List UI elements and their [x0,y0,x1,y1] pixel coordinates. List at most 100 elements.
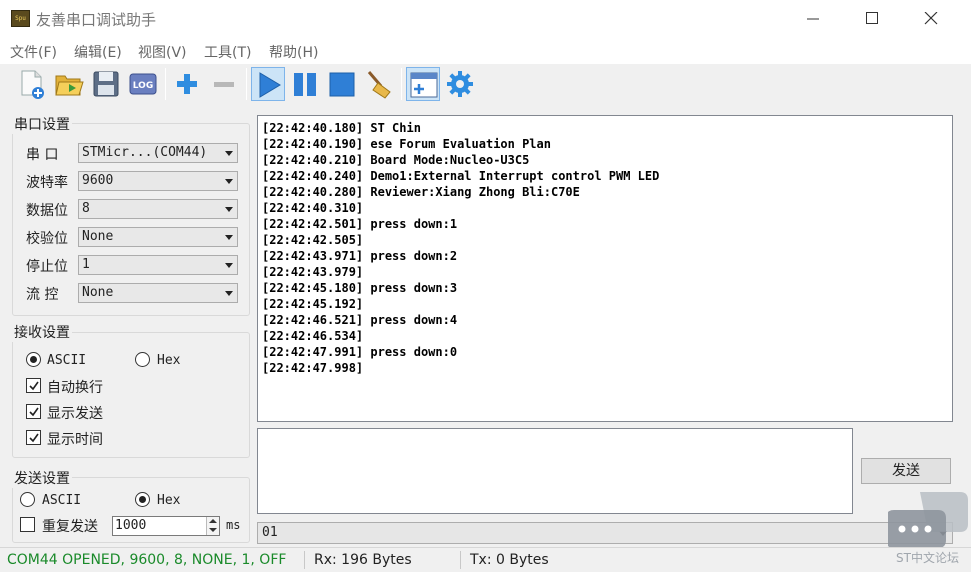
auto-newline-checkbox[interactable] [26,378,41,393]
port-value: STMicr...(COM44) [82,145,208,160]
receive-settings-title: 接收设置 [12,322,72,342]
show-time-label: 显示时间 [47,432,103,448]
receive-hex-label: Hex [157,353,181,368]
pause-icon [294,73,316,96]
repeat-send-checkbox[interactable] [20,517,35,532]
checkmark-icon [29,433,39,443]
port-select[interactable]: STMicr...(COM44) [78,143,238,163]
status-bar: COM44 OPENED, 9600, 8, NONE, 1, OFF Rx: … [0,547,971,572]
flow-control-select[interactable]: None [78,283,238,303]
run-button[interactable] [251,67,285,101]
status-separator [304,551,305,569]
receive-hex-radio[interactable] [135,352,150,367]
receive-log-line: [22:42:47.998] [262,361,364,375]
minus-icon [214,82,234,87]
broom-icon [367,71,391,99]
send-hex-label: Hex [157,493,181,508]
send-history-value: 01 [262,525,278,540]
menu-edit[interactable]: 编辑(E) [74,42,122,62]
repeat-send-label: 重复发送 [42,519,98,535]
save-button[interactable] [89,67,123,101]
close-button[interactable] [909,0,955,38]
checkmark-icon [29,381,39,391]
play-icon [259,72,281,98]
stop-bits-select[interactable]: 1 [78,255,238,275]
checkmark-icon [29,407,39,417]
toolbar: LOG [0,64,971,104]
svg-text:LOG: LOG [133,81,153,91]
minimize-button[interactable] [791,0,837,38]
receive-log-line: [22:42:46.534] [262,329,364,343]
chevron-down-icon [225,263,233,268]
window-title: 友善串口调试助手 [36,11,157,29]
maximize-icon [866,12,878,24]
flow-control-value: None [82,285,114,300]
clear-button[interactable] [362,67,396,101]
send-history-combo[interactable]: 01 [257,522,953,544]
receive-log-line: [22:42:40.280] Reviewer:Xiang Zhong Bli:… [262,185,580,199]
baud-rate-select[interactable]: 9600 [78,171,238,191]
send-hex-radio[interactable] [135,492,150,507]
menu-file[interactable]: 文件(F) [10,42,57,62]
receive-log-line: [22:42:40.210] Board Mode:Nucleo-U3C5 [262,153,530,167]
log-button[interactable]: LOG [126,67,160,101]
chevron-down-icon [225,235,233,240]
receive-log-line: [22:42:42.501] press down:1 [262,217,458,231]
parity-select[interactable]: None [78,227,238,247]
menu-bar: 文件(F) 编辑(E) 视图(V) 工具(T) 帮助(H) [0,38,971,64]
show-time-checkbox[interactable] [26,430,41,445]
stop-bits-value: 1 [82,257,90,272]
chevron-down-icon [225,151,233,156]
chevron-down-icon [225,291,233,296]
send-ascii-radio[interactable] [20,492,35,507]
show-send-label: 显示发送 [47,406,103,422]
menu-tools[interactable]: 工具(T) [204,42,251,62]
send-settings-title: 发送设置 [12,468,72,488]
add-button[interactable] [170,67,204,101]
plus-icon [177,74,197,94]
receive-log-line: [22:42:43.979] [262,265,364,279]
receive-log-line: [22:42:46.521] press down:4 [262,313,458,327]
parity-label: 校验位 [26,231,68,247]
auto-newline-label: 自动换行 [47,380,103,396]
interval-unit-label: ms [226,518,241,532]
settings-button[interactable] [443,67,477,101]
baud-rate-label: 波特率 [26,175,68,191]
receive-log-line: [22:42:45.180] press down:3 [262,281,458,295]
data-bits-label: 数据位 [26,203,68,219]
open-folder-button[interactable] [52,67,86,101]
menu-view[interactable]: 视图(V) [138,42,187,62]
receive-textarea[interactable]: [22:42:40.180] ST Chin [22:42:40.190] ese… [257,115,953,422]
send-button[interactable]: 发送 [861,458,951,484]
title-bar: Spu 友善串口调试助手 [0,0,971,38]
send-textarea[interactable] [257,428,853,514]
new-session-button[interactable] [15,67,49,101]
app-icon: Spu [11,10,30,27]
remove-button[interactable] [207,67,241,101]
rx-count: Rx: 196 Bytes [314,552,412,568]
gear-icon [447,71,473,97]
data-bits-select[interactable]: 8 [78,199,238,219]
send-ascii-label: ASCII [42,493,82,508]
maximize-button[interactable] [850,0,896,38]
menu-help[interactable]: 帮助(H) [269,42,318,62]
toolbar-separator [246,68,247,100]
repeat-interval-input[interactable]: 1000 [112,516,220,536]
new-window-button[interactable] [406,67,440,101]
receive-ascii-radio[interactable] [26,352,41,367]
receive-log-line: [22:42:40.310] [262,201,364,215]
pause-button[interactable] [288,67,322,101]
port-status: COM44 OPENED, 9600, 8, NONE, 1, OFF [7,552,287,568]
stop-icon [329,72,355,97]
receive-log-line: [22:42:45.192] [262,297,364,311]
interval-spinner[interactable] [206,517,219,535]
data-bits-value: 8 [82,201,90,216]
log-icon: LOG [129,73,157,95]
status-separator [460,551,461,569]
save-disk-icon [93,71,119,97]
chevron-down-icon [225,179,233,184]
minimize-icon [807,18,819,20]
stop-bits-label: 停止位 [26,259,68,275]
show-send-checkbox[interactable] [26,404,41,419]
stop-button[interactable] [325,67,359,101]
